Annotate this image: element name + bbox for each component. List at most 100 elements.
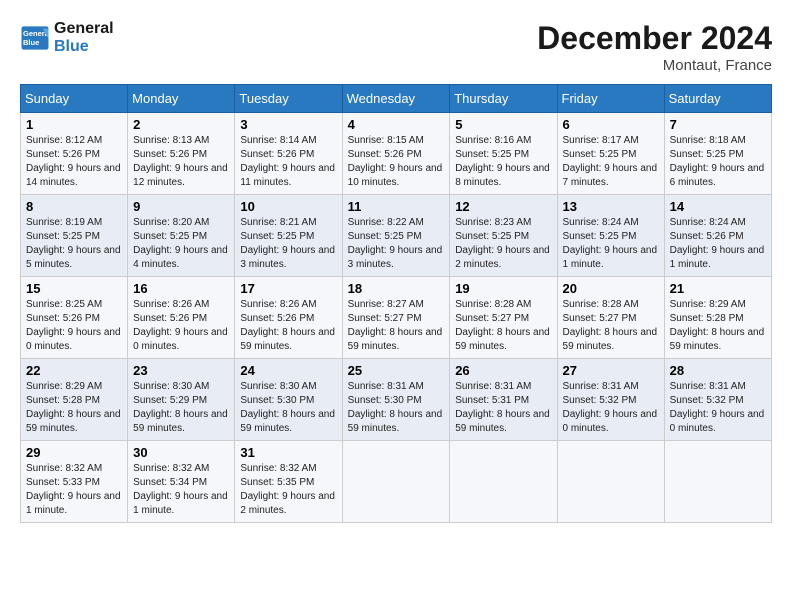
calendar-cell: 8 Sunrise: 8:19 AM Sunset: 5:25 PM Dayli… (21, 195, 128, 277)
calendar-cell: 17 Sunrise: 8:26 AM Sunset: 5:26 PM Dayl… (235, 277, 342, 359)
calendar-cell: 21 Sunrise: 8:29 AM Sunset: 5:28 PM Dayl… (664, 277, 771, 359)
day-info: Sunrise: 8:14 AM Sunset: 5:26 PM Dayligh… (240, 134, 336, 190)
calendar-cell: 10 Sunrise: 8:21 AM Sunset: 5:25 PM Dayl… (235, 195, 342, 277)
day-info: Sunrise: 8:12 AM Sunset: 5:26 PM Dayligh… (26, 134, 122, 190)
day-number: 6 (563, 117, 659, 132)
day-info: Sunrise: 8:27 AM Sunset: 5:27 PM Dayligh… (348, 298, 445, 354)
svg-text:Blue: Blue (23, 38, 39, 47)
day-number: 13 (563, 199, 659, 214)
day-info: Sunrise: 8:19 AM Sunset: 5:25 PM Dayligh… (26, 216, 122, 272)
day-number: 11 (348, 199, 445, 214)
day-info: Sunrise: 8:18 AM Sunset: 5:25 PM Dayligh… (670, 134, 766, 190)
calendar-cell: 2 Sunrise: 8:13 AM Sunset: 5:26 PM Dayli… (128, 113, 235, 195)
calendar-cell: 26 Sunrise: 8:31 AM Sunset: 5:31 PM Dayl… (450, 359, 557, 441)
day-number: 7 (670, 117, 766, 132)
calendar-cell: 28 Sunrise: 8:31 AM Sunset: 5:32 PM Dayl… (664, 359, 771, 441)
day-info: Sunrise: 8:32 AM Sunset: 5:34 PM Dayligh… (133, 462, 229, 518)
calendar-cell: 27 Sunrise: 8:31 AM Sunset: 5:32 PM Dayl… (557, 359, 664, 441)
day-info: Sunrise: 8:30 AM Sunset: 5:29 PM Dayligh… (133, 380, 229, 436)
calendar-cell: 14 Sunrise: 8:24 AM Sunset: 5:26 PM Dayl… (664, 195, 771, 277)
page-header: General Blue General Blue December 2024 … (20, 20, 772, 74)
day-info: Sunrise: 8:25 AM Sunset: 5:26 PM Dayligh… (26, 298, 122, 354)
week-row-3: 15 Sunrise: 8:25 AM Sunset: 5:26 PM Dayl… (21, 277, 772, 359)
calendar-cell: 13 Sunrise: 8:24 AM Sunset: 5:25 PM Dayl… (557, 195, 664, 277)
calendar-cell (342, 441, 450, 523)
calendar-cell: 3 Sunrise: 8:14 AM Sunset: 5:26 PM Dayli… (235, 113, 342, 195)
day-info: Sunrise: 8:28 AM Sunset: 5:27 PM Dayligh… (455, 298, 551, 354)
month-title: December 2024 (537, 20, 772, 57)
calendar-cell: 6 Sunrise: 8:17 AM Sunset: 5:25 PM Dayli… (557, 113, 664, 195)
day-info: Sunrise: 8:31 AM Sunset: 5:31 PM Dayligh… (455, 380, 551, 436)
weekday-header-saturday: Saturday (664, 85, 771, 113)
weekday-header-monday: Monday (128, 85, 235, 113)
calendar-cell: 19 Sunrise: 8:28 AM Sunset: 5:27 PM Dayl… (450, 277, 557, 359)
day-info: Sunrise: 8:31 AM Sunset: 5:30 PM Dayligh… (348, 380, 445, 436)
calendar-cell: 4 Sunrise: 8:15 AM Sunset: 5:26 PM Dayli… (342, 113, 450, 195)
day-number: 16 (133, 281, 229, 296)
weekday-header-tuesday: Tuesday (235, 85, 342, 113)
calendar-cell: 5 Sunrise: 8:16 AM Sunset: 5:25 PM Dayli… (450, 113, 557, 195)
day-number: 25 (348, 363, 445, 378)
day-number: 18 (348, 281, 445, 296)
calendar-cell: 9 Sunrise: 8:20 AM Sunset: 5:25 PM Dayli… (128, 195, 235, 277)
week-row-4: 22 Sunrise: 8:29 AM Sunset: 5:28 PM Dayl… (21, 359, 772, 441)
week-row-5: 29 Sunrise: 8:32 AM Sunset: 5:33 PM Dayl… (21, 441, 772, 523)
day-info: Sunrise: 8:13 AM Sunset: 5:26 PM Dayligh… (133, 134, 229, 190)
logo: General Blue General Blue (20, 20, 114, 55)
day-info: Sunrise: 8:31 AM Sunset: 5:32 PM Dayligh… (563, 380, 659, 436)
day-number: 22 (26, 363, 122, 378)
day-number: 29 (26, 445, 122, 460)
day-number: 28 (670, 363, 766, 378)
day-number: 3 (240, 117, 336, 132)
day-info: Sunrise: 8:17 AM Sunset: 5:25 PM Dayligh… (563, 134, 659, 190)
weekday-header-row: SundayMondayTuesdayWednesdayThursdayFrid… (21, 85, 772, 113)
day-info: Sunrise: 8:29 AM Sunset: 5:28 PM Dayligh… (670, 298, 766, 354)
day-info: Sunrise: 8:28 AM Sunset: 5:27 PM Dayligh… (563, 298, 659, 354)
day-number: 19 (455, 281, 551, 296)
weekday-header-friday: Friday (557, 85, 664, 113)
day-number: 27 (563, 363, 659, 378)
week-row-1: 1 Sunrise: 8:12 AM Sunset: 5:26 PM Dayli… (21, 113, 772, 195)
day-info: Sunrise: 8:32 AM Sunset: 5:35 PM Dayligh… (240, 462, 336, 518)
day-info: Sunrise: 8:22 AM Sunset: 5:25 PM Dayligh… (348, 216, 445, 272)
day-number: 20 (563, 281, 659, 296)
calendar-cell: 22 Sunrise: 8:29 AM Sunset: 5:28 PM Dayl… (21, 359, 128, 441)
day-number: 17 (240, 281, 336, 296)
day-info: Sunrise: 8:15 AM Sunset: 5:26 PM Dayligh… (348, 134, 445, 190)
day-info: Sunrise: 8:32 AM Sunset: 5:33 PM Dayligh… (26, 462, 122, 518)
day-info: Sunrise: 8:21 AM Sunset: 5:25 PM Dayligh… (240, 216, 336, 272)
calendar-cell: 7 Sunrise: 8:18 AM Sunset: 5:25 PM Dayli… (664, 113, 771, 195)
day-info: Sunrise: 8:26 AM Sunset: 5:26 PM Dayligh… (133, 298, 229, 354)
calendar-cell (450, 441, 557, 523)
title-block: December 2024 Montaut, France (537, 20, 772, 74)
calendar-cell (664, 441, 771, 523)
day-number: 31 (240, 445, 336, 460)
day-info: Sunrise: 8:26 AM Sunset: 5:26 PM Dayligh… (240, 298, 336, 354)
day-info: Sunrise: 8:29 AM Sunset: 5:28 PM Dayligh… (26, 380, 122, 436)
day-number: 12 (455, 199, 551, 214)
weekday-header-wednesday: Wednesday (342, 85, 450, 113)
day-info: Sunrise: 8:16 AM Sunset: 5:25 PM Dayligh… (455, 134, 551, 190)
day-number: 30 (133, 445, 229, 460)
logo-line2: Blue (54, 38, 114, 56)
day-number: 9 (133, 199, 229, 214)
calendar-cell: 31 Sunrise: 8:32 AM Sunset: 5:35 PM Dayl… (235, 441, 342, 523)
calendar-cell: 11 Sunrise: 8:22 AM Sunset: 5:25 PM Dayl… (342, 195, 450, 277)
day-number: 8 (26, 199, 122, 214)
calendar-cell (557, 441, 664, 523)
day-number: 26 (455, 363, 551, 378)
week-row-2: 8 Sunrise: 8:19 AM Sunset: 5:25 PM Dayli… (21, 195, 772, 277)
day-info: Sunrise: 8:30 AM Sunset: 5:30 PM Dayligh… (240, 380, 336, 436)
logo-icon: General Blue (20, 23, 50, 53)
calendar-table: SundayMondayTuesdayWednesdayThursdayFrid… (20, 84, 772, 523)
calendar-cell: 30 Sunrise: 8:32 AM Sunset: 5:34 PM Dayl… (128, 441, 235, 523)
day-number: 10 (240, 199, 336, 214)
day-number: 4 (348, 117, 445, 132)
weekday-header-sunday: Sunday (21, 85, 128, 113)
calendar-cell: 18 Sunrise: 8:27 AM Sunset: 5:27 PM Dayl… (342, 277, 450, 359)
day-info: Sunrise: 8:24 AM Sunset: 5:25 PM Dayligh… (563, 216, 659, 272)
day-number: 23 (133, 363, 229, 378)
location: Montaut, France (537, 57, 772, 74)
day-number: 1 (26, 117, 122, 132)
day-number: 2 (133, 117, 229, 132)
